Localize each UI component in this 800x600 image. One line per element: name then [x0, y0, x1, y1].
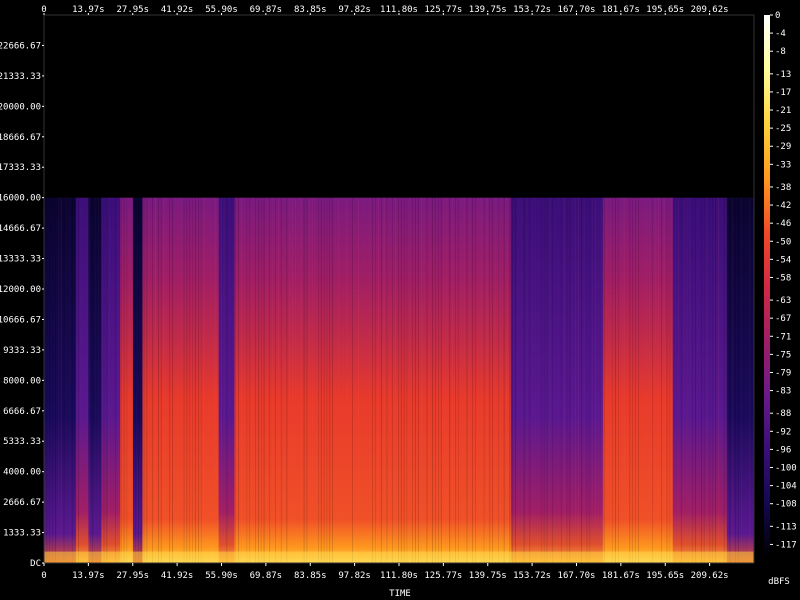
colorbar-title: dBFS [768, 577, 790, 587]
x-tick-label-bottom: 0 [41, 571, 46, 581]
colorbar-tick-label: -96 [775, 445, 791, 455]
y-tick-label: 21333.33 [0, 72, 41, 82]
x-axis-bottom: 0 13.97s 27.95s 41.92s 55.90s 69.87s 83.85s 97.… [41, 563, 729, 581]
spectrum-segment [355, 197, 401, 563]
x-tick-label-bottom: 55.90s [205, 571, 238, 581]
high-band-segment [355, 152, 400, 198]
y-axis: DC 1333.33 2666.67 4000.00 5333.33 6666.67 800… [0, 41, 44, 569]
colorbar-tick-label: -63 [775, 296, 791, 306]
x-tick-label-bottom: 209.62s [691, 571, 729, 581]
colorbar-tick-label: -100 [775, 464, 797, 474]
colorbar-tick-label: -54 [775, 255, 791, 265]
spectrum-segment [726, 197, 755, 563]
colorbar-tick-label: -88 [775, 409, 791, 419]
x-tick-label-bottom: 181.67s [602, 571, 640, 581]
y-tick-label: 1333.33 [3, 529, 41, 539]
colorbar-tick-label: 0 [775, 11, 780, 21]
high-band-segment [399, 152, 511, 198]
x-axis-title: TIME [389, 589, 411, 599]
x-tick-label-bottom: 13.97s [72, 571, 105, 581]
y-tick-label: DC [30, 559, 41, 569]
x-tick-label-bottom: 83.85s [294, 571, 327, 581]
colorbar-tick-label: -13 [775, 70, 791, 80]
spectrum-segment [142, 197, 220, 563]
colorbar-tick-label: -58 [775, 273, 791, 283]
spectrum-segment [672, 197, 728, 563]
colorbar-tick-label: -8 [775, 47, 786, 57]
x-tick-label-bottom: 195.65s [646, 571, 684, 581]
y-tick-label: 2666.67 [3, 498, 41, 508]
spectrum-segment [44, 197, 77, 563]
x-tick-label-bottom: 97.82s [338, 571, 371, 581]
colorbar-tick-label: -117 [775, 540, 797, 550]
y-tick-label: 17333.33 [0, 163, 41, 173]
y-tick-label: 4000.00 [3, 468, 41, 478]
colorbar-tick-label: -46 [775, 219, 791, 229]
colorbar-tick-label: -71 [775, 332, 791, 342]
x-tick-label-bottom: 69.87s [250, 571, 283, 581]
y-tick-label: 20000.00 [0, 102, 41, 112]
high-band-segment [510, 152, 603, 198]
colorbar-tick-label: -17 [775, 88, 791, 98]
high-band-segment [190, 152, 356, 198]
colorbar-scale [764, 15, 770, 558]
colorbar-tick-label: -83 [775, 387, 791, 397]
colorbar: 0 -4 -8 -13 -17 -21 -25 -29 -33 -38 -42 -46 -50 -54 -5… [764, 11, 797, 558]
x-tick-label-bottom: 153.72s [513, 571, 551, 581]
y-tick-label: 6666.67 [3, 407, 41, 417]
colorbar-tick-label: -42 [775, 201, 791, 211]
x-tick-label-bottom: 41.92s [161, 571, 194, 581]
colorbar-tick-label: -104 [775, 482, 797, 492]
y-tick-label: 5333.33 [3, 437, 41, 447]
colorbar-tick-label: -75 [775, 350, 791, 360]
colorbar-tick-label: -92 [775, 427, 791, 437]
x-tick-label-bottom: 111.80s [380, 571, 418, 581]
colorbar-tick-label: -108 [775, 500, 797, 510]
y-tick-label: 22666.67 [0, 41, 41, 51]
colorbar-tick-label: -38 [775, 183, 791, 193]
y-tick-label: 8000.00 [3, 376, 41, 386]
x-tick-label-bottom: 139.75s [469, 571, 507, 581]
colorbar-tick-label: -79 [775, 368, 791, 378]
y-tick-label: 9333.33 [3, 346, 41, 356]
x-axis-top: 0 13.97s 27.95s 41.92s 55.90s 69.87s 83.85s 97.… [41, 5, 729, 15]
high-band-segment [94, 152, 191, 198]
spectrum-segment [558, 197, 604, 563]
colorbar-tick-label: -29 [775, 142, 791, 152]
spectrogram-plot-area [43, 14, 755, 564]
colorbar-tick-label: -21 [775, 106, 791, 116]
colorbar-tick-label: -67 [775, 314, 791, 324]
y-tick-label: 10666.67 [0, 315, 41, 325]
y-tick-label: 13333.33 [0, 255, 41, 265]
y-tick-label: 18666.67 [0, 133, 41, 143]
colorbar-tick-label: -25 [775, 124, 791, 134]
low-band-highlight [44, 551, 754, 563]
y-tick-label: 16000.00 [0, 194, 41, 204]
colorbar-tick-label: -4 [775, 29, 786, 39]
y-tick-label: 12000.00 [0, 285, 41, 295]
high-band-segment [602, 152, 714, 198]
colorbar-tick-label: -113 [775, 522, 797, 532]
x-tick-label-bottom: 125.77s [424, 571, 462, 581]
x-tick-label-bottom: 167.70s [558, 571, 596, 581]
spectrum-segment [510, 197, 559, 563]
spectrogram-chart: 0 13.97s 27.95s 41.92s 55.90s 69.87s 83.85s 97.… [0, 5, 797, 599]
spectrum-segment [602, 197, 674, 563]
y-tick-label: 14666.67 [0, 224, 41, 234]
colorbar-tick-label: -50 [775, 237, 791, 247]
spectrum-segment [88, 197, 102, 563]
colorbar-tick-label: -33 [775, 160, 791, 170]
x-tick-label-bottom: 27.95s [116, 571, 149, 581]
